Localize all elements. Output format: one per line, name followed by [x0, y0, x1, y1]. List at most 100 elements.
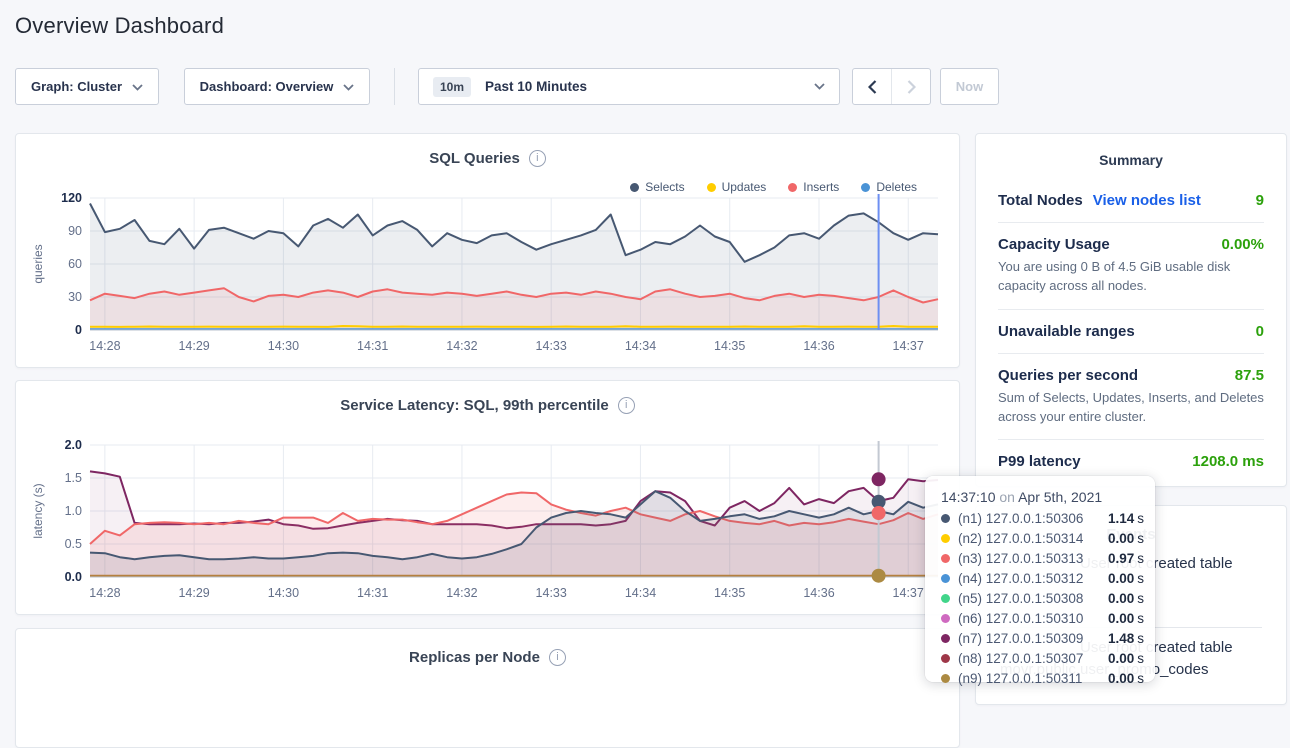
node-latency-value: 0.00: [1108, 672, 1134, 687]
summary-row-p99-latency: P99 latency 1208.0 ms: [998, 453, 1264, 470]
svg-text:1.5: 1.5: [65, 471, 82, 485]
node-address: (n1) 127.0.0.1:50306: [958, 512, 1108, 527]
summary-panel: Summary Total Nodes View nodes list 9 Ca…: [975, 133, 1287, 487]
svg-text:0: 0: [75, 323, 82, 337]
summary-value: 87.5: [1235, 367, 1264, 384]
svg-text:queries: queries: [31, 244, 45, 283]
summary-title: Summary: [998, 152, 1264, 168]
node-color-dot: [941, 634, 950, 643]
node-color-dot: [941, 614, 950, 623]
latency-unit: s: [1137, 532, 1144, 547]
tooltip-timestamp: 14:37:10 on Apr 5th, 2021: [941, 488, 1139, 506]
latency-unit: s: [1137, 512, 1144, 527]
svg-text:14:37: 14:37: [893, 586, 924, 600]
node-color-dot: [941, 554, 950, 563]
page-title: Overview Dashboard: [15, 13, 224, 39]
node-latency-value: 0.00: [1108, 572, 1134, 587]
summary-description: Sum of Selects, Updates, Inserts, and De…: [998, 389, 1264, 427]
chart-hover-tooltip: 14:37:10 on Apr 5th, 2021 (n1) 127.0.0.1…: [925, 476, 1155, 682]
graph-dropdown[interactable]: Graph: Cluster: [15, 68, 159, 105]
svg-text:14:34: 14:34: [625, 339, 656, 353]
summary-label: P99 latency: [998, 453, 1081, 470]
node-latency-value: 0.00: [1108, 612, 1134, 627]
svg-text:14:32: 14:32: [446, 586, 477, 600]
svg-text:2.0: 2.0: [65, 438, 82, 452]
svg-text:14:35: 14:35: [714, 339, 745, 353]
summary-value: 9: [1256, 192, 1264, 209]
time-range-badge: 10m: [433, 77, 471, 97]
time-range-dropdown[interactable]: 10m Past 10 Minutes: [418, 68, 840, 105]
tooltip-preposition: on: [999, 489, 1015, 505]
dashboard-dropdown[interactable]: Dashboard: Overview: [184, 68, 370, 105]
service-latency-chart[interactable]: 0.00.51.01.52.014:2814:2914:3014:3114:32…: [28, 437, 948, 609]
summary-label: Unavailable ranges: [998, 323, 1135, 340]
svg-text:14:30: 14:30: [268, 586, 299, 600]
latency-unit: s: [1137, 652, 1144, 667]
node-address: (n4) 127.0.0.1:50312: [958, 572, 1108, 587]
node-color-dot: [941, 594, 950, 603]
summary-label: Queries per second: [998, 367, 1138, 384]
service-latency-panel: Service Latency: SQL, 99th percentile i …: [15, 380, 960, 615]
replicas-per-node-title: Replicas per Node: [409, 649, 540, 666]
summary-value: 1208.0 ms: [1192, 453, 1264, 470]
tooltip-row: (n3) 127.0.0.1:503130.97s: [941, 552, 1139, 567]
node-address: (n9) 127.0.0.1:50311: [958, 672, 1108, 687]
tooltip-row: (n9) 127.0.0.1:503110.00s: [941, 672, 1139, 687]
node-latency-value: 0.00: [1108, 652, 1134, 667]
tooltip-row: (n6) 127.0.0.1:503100.00s: [941, 612, 1139, 627]
svg-text:14:31: 14:31: [357, 339, 388, 353]
node-latency-value: 0.00: [1108, 532, 1134, 547]
divider: [998, 353, 1264, 354]
node-address: (n8) 127.0.0.1:50307: [958, 652, 1108, 667]
node-color-dot: [941, 654, 950, 663]
svg-text:14:33: 14:33: [536, 339, 567, 353]
next-time-button[interactable]: [891, 69, 930, 104]
svg-text:14:32: 14:32: [446, 339, 477, 353]
sql-queries-chart[interactable]: 030609012014:2814:2914:3014:3114:3214:33…: [28, 190, 948, 362]
summary-row-capacity-usage: Capacity Usage 0.00%: [998, 236, 1264, 253]
svg-text:14:36: 14:36: [803, 586, 834, 600]
summary-value: 0.00%: [1221, 236, 1264, 253]
summary-label: Total Nodes: [998, 192, 1083, 209]
node-latency-value: 0.97: [1108, 552, 1134, 567]
time-range-label: Past 10 Minutes: [485, 79, 587, 94]
latency-unit: s: [1137, 632, 1144, 647]
tooltip-rows: (n1) 127.0.0.1:503061.14s(n2) 127.0.0.1:…: [941, 512, 1139, 687]
info-icon[interactable]: i: [529, 150, 546, 167]
node-address: (n5) 127.0.0.1:50308: [958, 592, 1108, 607]
summary-row-queries-per-second: Queries per second 87.5: [998, 367, 1264, 384]
node-latency-value: 1.14: [1108, 512, 1134, 527]
prev-time-button[interactable]: [853, 69, 891, 104]
tooltip-row: (n8) 127.0.0.1:503070.00s: [941, 652, 1139, 667]
svg-text:14:34: 14:34: [625, 586, 656, 600]
svg-text:14:37: 14:37: [893, 339, 924, 353]
info-icon[interactable]: i: [618, 397, 635, 414]
replicas-per-node-panel: Replicas per Node i: [15, 628, 960, 748]
latency-unit: s: [1137, 572, 1144, 587]
svg-text:14:28: 14:28: [89, 586, 120, 600]
svg-text:60: 60: [68, 257, 82, 271]
chevron-down-icon: [343, 79, 354, 94]
tooltip-row: (n5) 127.0.0.1:503080.00s: [941, 592, 1139, 607]
summary-value: 0: [1256, 323, 1264, 340]
service-latency-title: Service Latency: SQL, 99th percentile: [340, 397, 608, 414]
now-button[interactable]: Now: [940, 68, 999, 105]
node-latency-value: 1.48: [1108, 632, 1134, 647]
latency-unit: s: [1137, 552, 1144, 567]
tooltip-row: (n4) 127.0.0.1:503120.00s: [941, 572, 1139, 587]
svg-text:14:29: 14:29: [178, 339, 209, 353]
divider: [998, 309, 1264, 310]
node-address: (n3) 127.0.0.1:50313: [958, 552, 1108, 567]
svg-text:1.0: 1.0: [65, 504, 82, 518]
info-icon[interactable]: i: [549, 649, 566, 666]
view-nodes-list-link[interactable]: View nodes list: [1093, 192, 1201, 209]
latency-unit: s: [1137, 592, 1144, 607]
node-address: (n2) 127.0.0.1:50314: [958, 532, 1108, 547]
sql-queries-title: SQL Queries: [429, 150, 520, 167]
dashboard-dropdown-label: Dashboard: Overview: [200, 79, 334, 94]
node-color-dot: [941, 674, 950, 683]
node-color-dot: [941, 514, 950, 523]
summary-row-unavailable-ranges: Unavailable ranges 0: [998, 323, 1264, 340]
tooltip-time: 14:37:10: [941, 489, 996, 505]
tooltip-row: (n7) 127.0.0.1:503091.48s: [941, 632, 1139, 647]
